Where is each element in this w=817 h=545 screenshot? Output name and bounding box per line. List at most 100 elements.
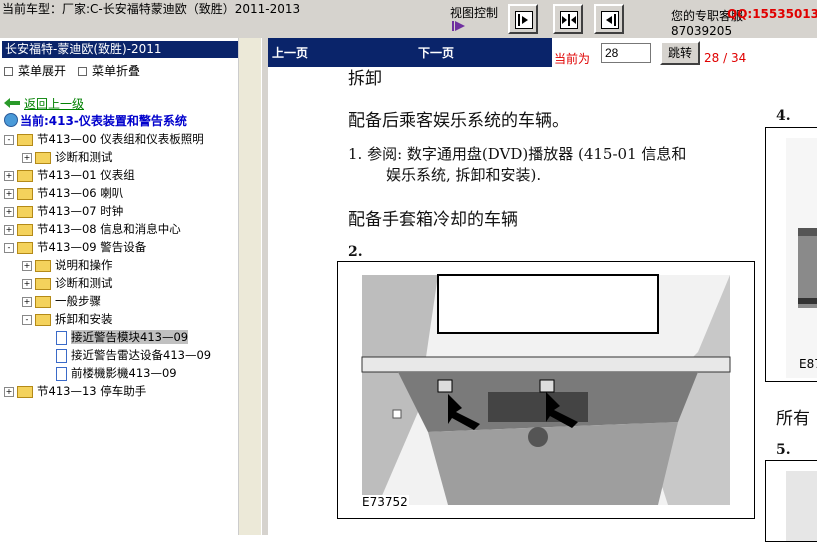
page-count: 28 / 34 (704, 51, 747, 65)
menu-expand-button[interactable]: 菜单展开 (4, 62, 66, 79)
tree-node[interactable]: + 一般步骤 (22, 292, 101, 310)
tree-node[interactable]: + 诊断和测试 (22, 274, 113, 292)
tree-node[interactable]: - 节413—09 警告设备 (4, 238, 146, 256)
expand-toggle-icon[interactable]: + (4, 206, 14, 217)
panel-right-arrow-icon (515, 11, 533, 29)
figure-step-5 (765, 460, 817, 542)
sidebar-scrollbar[interactable] (238, 38, 261, 535)
tree-node[interactable]: + 节413—01 仪表组 (4, 166, 135, 184)
panel-left-arrow-icon (601, 11, 619, 29)
step-5-illustration (786, 471, 817, 541)
tree-node[interactable]: + 诊断和测试 (22, 148, 113, 166)
tree-node[interactable]: + 节413—07 时钟 (4, 202, 123, 220)
car-model-info: 当前车型：厂家:C-长安福特蒙迪欧（致胜）2011-2013 (2, 2, 301, 16)
tree-node[interactable]: + 说明和操作 (22, 256, 113, 274)
heading-glovebox-cooling: 配备手套箱冷却的车辆 (348, 210, 518, 230)
expand-toggle-icon[interactable]: + (4, 386, 14, 397)
service-phone: 87039205 (671, 24, 733, 38)
tree-node-label: 诊断和测试 (55, 276, 113, 290)
expand-toggle-icon[interactable]: + (4, 170, 14, 181)
tree-node[interactable]: 前楼機影機413—09 (56, 364, 177, 382)
globe-icon (4, 113, 18, 127)
view-control-icon (452, 21, 465, 31)
back-link[interactable]: 返回上一级 (24, 95, 84, 112)
view-right-panel-button[interactable] (594, 4, 624, 34)
tree-node[interactable]: - 节413—00 仪表组和仪表板照明 (4, 130, 204, 148)
folder-icon (17, 187, 33, 200)
tree-node-label: 前楼機影機413—09 (71, 366, 177, 380)
prev-page-link[interactable]: 上一页 (272, 44, 308, 61)
document-icon (56, 330, 67, 345)
folder-icon (35, 295, 51, 308)
folder-icon (17, 205, 33, 218)
expand-toggle-icon[interactable]: + (22, 152, 32, 163)
collapse-toggle-icon[interactable]: - (22, 314, 32, 325)
figure-glovebox (337, 261, 755, 519)
view-left-panel-button[interactable] (508, 4, 538, 34)
tree-node-label: 接近警告模块413—09 (71, 330, 189, 344)
document-icon (56, 348, 67, 363)
tree-node-label: 节413—00 仪表组和仪表板照明 (37, 132, 204, 146)
step-4-illustration (786, 138, 817, 378)
tree-node-label: 接近警告雷达设备413—09 (71, 348, 212, 362)
folder-icon (17, 385, 33, 398)
expand-toggle-icon[interactable]: + (22, 260, 32, 271)
tree-node-label: 节413—07 时钟 (37, 204, 124, 218)
folder-icon (17, 223, 33, 236)
expand-toggle-icon[interactable]: + (4, 224, 14, 235)
collapse-toggle-icon[interactable]: - (4, 242, 14, 253)
document-icon (56, 366, 67, 381)
expand-toggle-icon[interactable]: + (22, 278, 32, 289)
tree-node-label: 节413—01 仪表组 (37, 168, 135, 182)
folder-icon (35, 259, 51, 272)
tree-node-label: 一般步骤 (55, 294, 101, 308)
page-number-input[interactable] (601, 43, 651, 63)
step-5-number: 5. (776, 442, 791, 458)
current-node-label: 当前:413-仪表装置和警告系统 (20, 114, 187, 128)
tree-node[interactable]: + 节413—06 喇叭 (4, 184, 123, 202)
tree-node-label: 节413—08 信息和消息中心 (37, 222, 181, 236)
tree-node[interactable]: 接近警告模块413—09 (56, 328, 189, 346)
tree-node[interactable]: + 节413—08 信息和消息中心 (4, 220, 181, 238)
collapse-toggle-icon[interactable]: - (4, 134, 14, 145)
heading-rear-entertainment: 配备后乘客娱乐系统的车辆。 (348, 111, 569, 131)
folder-icon (17, 133, 33, 146)
all-text-fragment: 所有 (776, 409, 810, 429)
folder-icon (35, 277, 51, 290)
glovebox-illustration (361, 274, 731, 505)
step-4-number: 4. (776, 108, 791, 124)
expand-toggle-icon[interactable]: + (22, 296, 32, 307)
tree-node-label: 节413—06 喇叭 (37, 186, 124, 200)
next-page-link[interactable]: 下一页 (418, 44, 454, 61)
menu-expand-label: 菜单展开 (18, 64, 67, 78)
tree-node-label: 说明和操作 (55, 258, 113, 272)
figure-step-4 (765, 127, 817, 382)
sidebar-title: 长安福特-蒙迪欧(致胜)-2011 (2, 41, 238, 58)
jump-button[interactable]: 跳转 (660, 41, 700, 65)
view-split-button[interactable] (553, 4, 583, 34)
step-1-text: 1. 参阅: 数字通用盘(DVD)播放器 (415-01 信息和 (348, 145, 687, 163)
figure-main-label: E73752 (361, 495, 409, 509)
folder-icon (17, 241, 33, 254)
menu-collapse-label: 菜单折叠 (92, 64, 141, 78)
heading-remove: 拆卸 (348, 69, 382, 89)
tree-node-label: 诊断和测试 (55, 150, 113, 164)
view-control-label: 视图控制 (450, 6, 499, 20)
tree-node-label: 拆卸和安装 (55, 312, 113, 326)
current-page-label: 当前为 (554, 52, 591, 66)
folder-icon (17, 169, 33, 182)
folder-icon (35, 151, 51, 164)
tree-node[interactable]: - 拆卸和安装 (22, 310, 113, 328)
menu-collapse-button[interactable]: 菜单折叠 (78, 62, 140, 79)
folder-icon (35, 313, 51, 326)
expand-box-icon (4, 67, 13, 76)
step-2-number: 2. (348, 244, 363, 260)
split-arrows-icon (560, 11, 578, 29)
back-arrow-icon (4, 98, 20, 108)
tree-node[interactable]: 接近警告雷达设备413—09 (56, 346, 211, 364)
step-1-text-cont: 娱乐系统, 拆卸和安装). (386, 166, 542, 184)
service-qq-link[interactable]: QQ:1553501388 (727, 7, 817, 21)
tree-node[interactable]: + 节413—13 停车助手 (4, 382, 146, 400)
collapse-box-icon (78, 67, 87, 76)
expand-toggle-icon[interactable]: + (4, 188, 14, 199)
